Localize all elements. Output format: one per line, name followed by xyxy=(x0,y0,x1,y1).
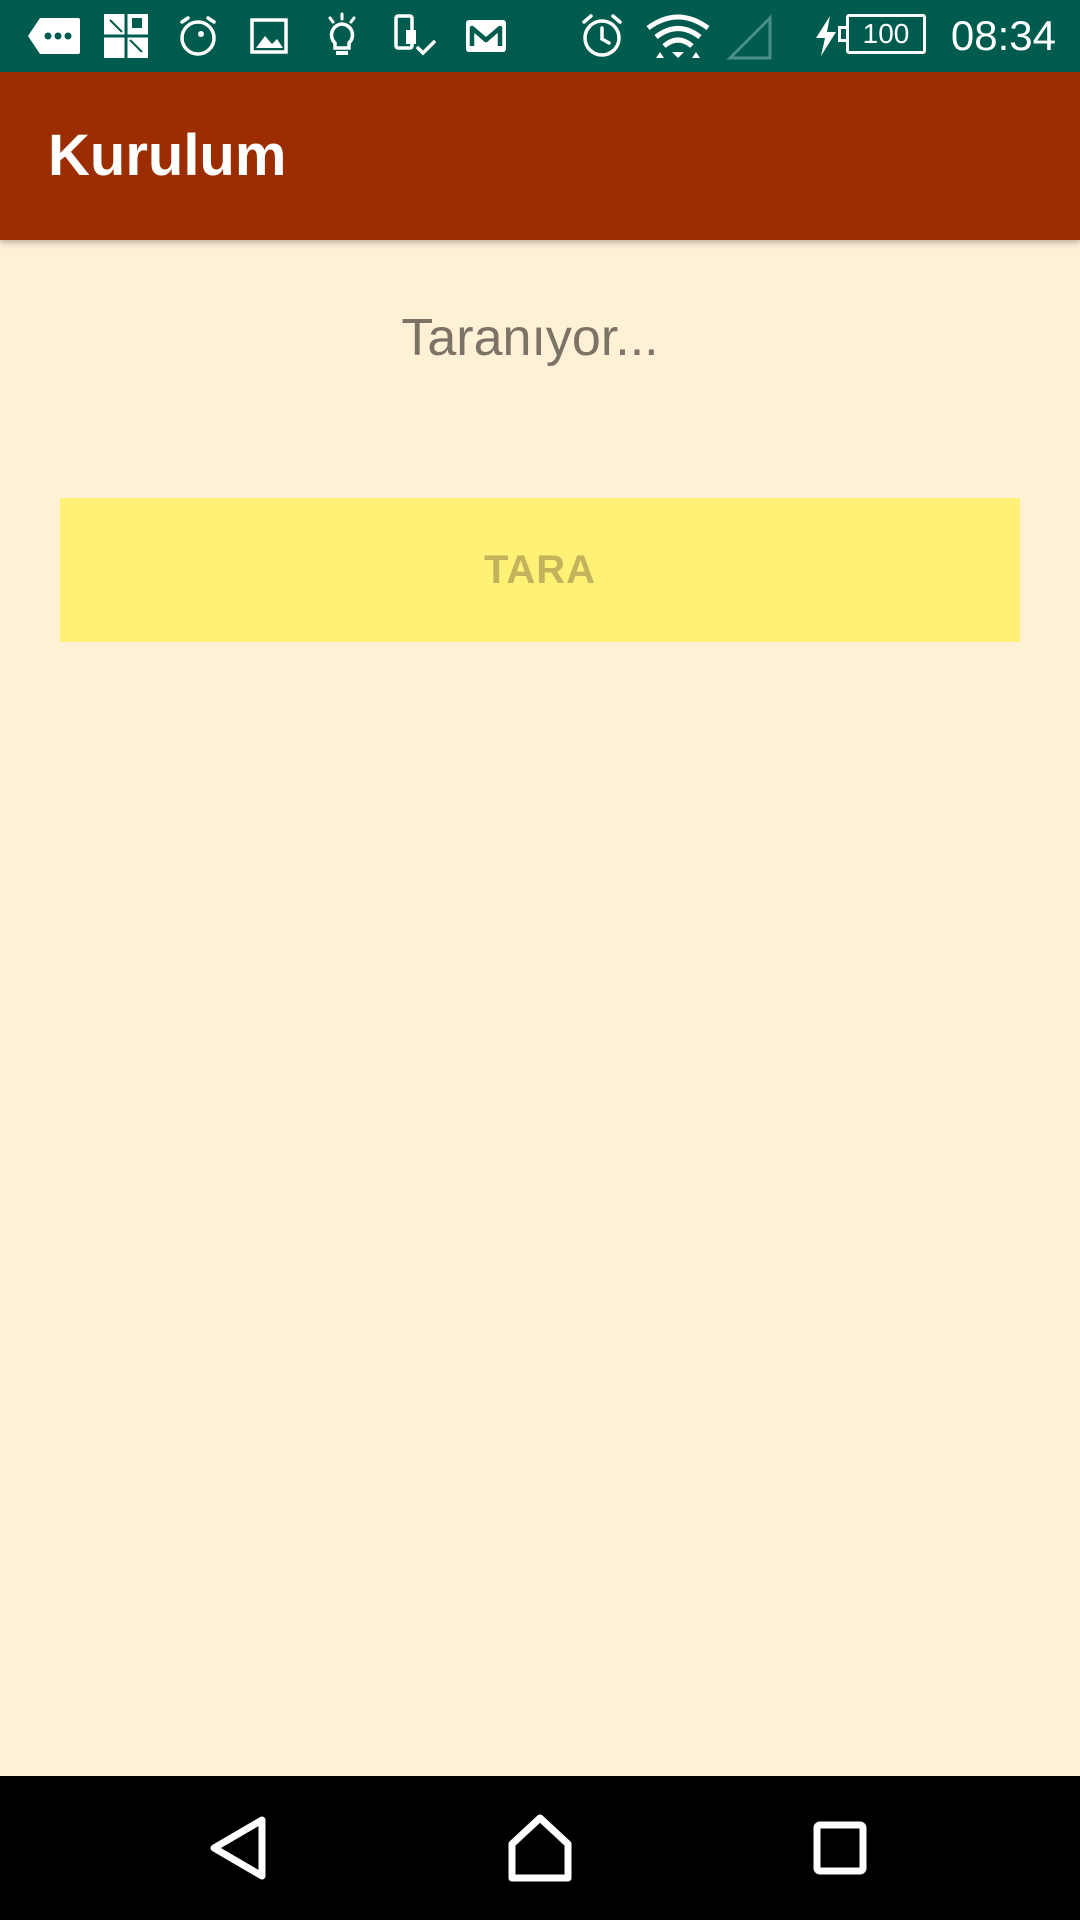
app-bar: Kurulum xyxy=(0,72,1080,240)
battery-nub xyxy=(838,26,846,42)
scan-button[interactable]: TARA xyxy=(60,498,1020,642)
scan-status-text: Taranıyor... xyxy=(401,309,659,367)
status-bar: 100 08:34 xyxy=(0,0,1080,72)
scan-button-label: TARA xyxy=(483,547,597,592)
bulb-icon xyxy=(328,12,356,55)
screen: 100 08:34 Kurulum Taranıyor... TARA xyxy=(0,0,1080,1920)
recents-icon[interactable] xyxy=(792,1800,888,1896)
message-icon xyxy=(28,18,80,54)
battery-icon: 100 xyxy=(846,14,926,54)
status-time: 08:34 xyxy=(950,12,1056,59)
sim-icon xyxy=(394,14,436,56)
alarm-clock-icon xyxy=(582,14,622,57)
charging-icon xyxy=(816,16,836,56)
signal-icon xyxy=(726,14,772,60)
page-title: Kurulum xyxy=(48,123,287,188)
alarm-icon xyxy=(180,16,216,56)
back-icon[interactable] xyxy=(194,1800,290,1896)
puzzle-icon xyxy=(104,14,148,58)
wifi-icon xyxy=(646,14,710,58)
gmail-icon xyxy=(466,20,506,52)
navigation-bar xyxy=(0,1776,1080,1920)
image-icon xyxy=(250,18,288,54)
home-icon[interactable] xyxy=(492,1800,588,1896)
